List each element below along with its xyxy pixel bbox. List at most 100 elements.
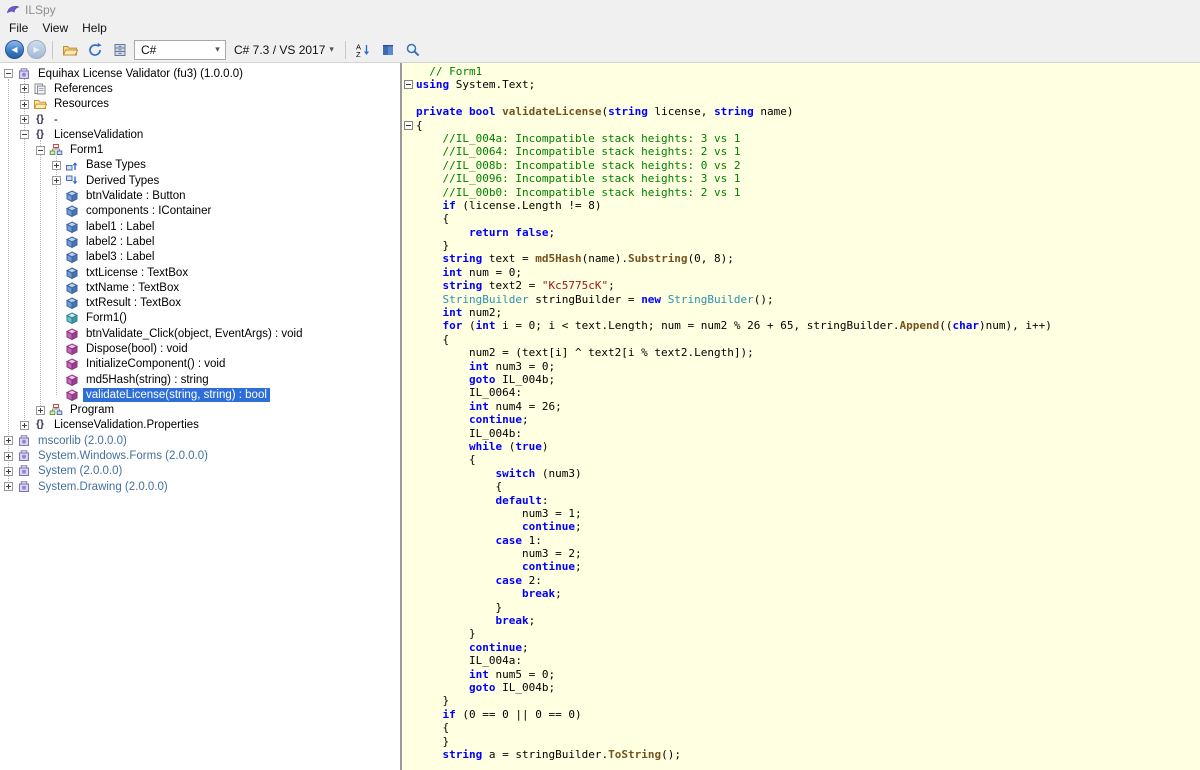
code-text: for (int i = 0; i < text.Length; num = n… — [416, 319, 1052, 332]
tree-item[interactable]: btnValidate_Click(object, EventArgs) : v… — [0, 326, 400, 341]
expand-icon[interactable] — [4, 467, 13, 476]
code-line: num3 = 2; — [402, 547, 1200, 560]
tree-item-label: System.Windows.Forms (2.0.0.0) — [35, 449, 211, 463]
tree-item[interactable]: {}- — [0, 112, 400, 127]
tree-item-label: Equihax License Validator (fu3) (1.0.0.0… — [35, 67, 246, 81]
code-text: } — [416, 239, 449, 252]
expand-icon[interactable] — [20, 100, 29, 109]
tree-item[interactable]: Dispose(bool) : void — [0, 341, 400, 356]
fold-gutter — [402, 627, 416, 640]
code-line: continue; — [402, 641, 1200, 654]
tree-item-label: validateLicense(string, string) : bool — [83, 388, 270, 402]
fold-collapse-icon[interactable] — [404, 80, 413, 89]
fold-gutter — [402, 507, 416, 520]
tree-item[interactable]: System.Drawing (2.0.0.0) — [0, 479, 400, 494]
tree-item[interactable]: System.Windows.Forms (2.0.0.0) — [0, 448, 400, 463]
svg-text:Z: Z — [356, 50, 361, 58]
open-from-gac-button[interactable] — [109, 39, 131, 61]
tree-item[interactable]: References — [0, 81, 400, 96]
tree-item[interactable]: Form1 — [0, 142, 400, 157]
tree-item[interactable]: Program — [0, 403, 400, 418]
tree-item-label: btnValidate_Click(object, EventArgs) : v… — [83, 327, 305, 341]
back-button[interactable]: ◀ — [5, 40, 24, 59]
open-file-button[interactable] — [59, 39, 81, 61]
expand-icon[interactable] — [52, 176, 61, 185]
fold-gutter — [402, 413, 416, 426]
field-icon — [65, 220, 79, 234]
tree-item[interactable]: Derived Types — [0, 173, 400, 188]
menu-view[interactable]: View — [35, 20, 75, 36]
code-line: num3 = 1; — [402, 507, 1200, 520]
assembly-tree[interactable]: Equihax License Validator (fu3) (1.0.0.0… — [0, 63, 400, 770]
menu-file[interactable]: File — [2, 20, 35, 36]
tree-item[interactable]: txtLicense : TextBox — [0, 265, 400, 280]
code-line: //IL_008b: Incompatible stack heights: 0… — [402, 159, 1200, 172]
tree-item[interactable]: Form1() — [0, 311, 400, 326]
tree-item[interactable]: InitializeComponent() : void — [0, 357, 400, 372]
code-text: int num3 = 0; — [416, 360, 555, 373]
method-icon — [65, 373, 79, 387]
field-icon — [65, 250, 79, 264]
tree-item[interactable]: btnValidate : Button — [0, 188, 400, 203]
tree-item-label: components : IContainer — [83, 204, 214, 218]
tree-item[interactable]: validateLicense(string, string) : bool — [0, 387, 400, 402]
tree-item-label: Derived Types — [83, 174, 162, 188]
tree-item[interactable]: label1 : Label — [0, 219, 400, 234]
tree-item[interactable]: md5Hash(string) : string — [0, 372, 400, 387]
menu-help[interactable]: Help — [75, 20, 114, 36]
expand-icon[interactable] — [20, 84, 29, 93]
tree-item[interactable]: {}LicenseValidation.Properties — [0, 418, 400, 433]
expand-icon[interactable] — [20, 421, 29, 430]
forward-button[interactable]: ▶ — [27, 40, 46, 59]
fold-gutter — [402, 293, 416, 306]
tree-item[interactable]: Base Types — [0, 158, 400, 173]
reload-button[interactable] — [84, 39, 106, 61]
search-button[interactable] — [402, 39, 424, 61]
tree-item[interactable]: txtResult : TextBox — [0, 295, 400, 310]
code-text: goto IL_004b; — [416, 373, 555, 386]
sort-assemblies-button[interactable]: AZ — [352, 39, 374, 61]
collapse-icon[interactable] — [36, 146, 45, 155]
collapse-icon[interactable] — [20, 130, 29, 139]
expand-icon[interactable] — [20, 115, 29, 124]
code-text: { — [416, 453, 476, 466]
fold-gutter — [402, 239, 416, 252]
tree-item[interactable]: Resources — [0, 97, 400, 112]
code-line: for (int i = 0; i < text.Length; num = n… — [402, 319, 1200, 332]
language-select[interactable]: C# ▾ — [134, 40, 226, 60]
code-text: if (0 == 0 || 0 == 0) — [416, 708, 582, 721]
expand-icon[interactable] — [4, 452, 13, 461]
method-icon — [65, 357, 79, 371]
collapse-icon[interactable] — [4, 69, 13, 78]
tree-item[interactable]: label2 : Label — [0, 234, 400, 249]
method-icon — [65, 388, 79, 402]
code-text: num2 = (text[i] ^ text2[i % text2.Length… — [416, 346, 754, 359]
tree-item[interactable]: mscorlib (2.0.0.0) — [0, 433, 400, 448]
decompiled-code-view[interactable]: // Form1using System.Text;private bool v… — [402, 63, 1200, 770]
library-button[interactable] — [377, 39, 399, 61]
expand-icon[interactable] — [52, 161, 61, 170]
open-folder-icon — [62, 42, 78, 58]
fold-gutter — [402, 534, 416, 547]
tree-item[interactable]: Equihax License Validator (fu3) (1.0.0.0… — [0, 66, 400, 81]
code-line: IL_004a: — [402, 654, 1200, 667]
expand-icon[interactable] — [4, 482, 13, 491]
tree-item[interactable]: {}LicenseValidation — [0, 127, 400, 142]
expand-icon[interactable] — [36, 406, 45, 415]
fold-gutter — [402, 614, 416, 627]
assembly-icon — [17, 434, 31, 448]
code-text: { — [416, 721, 449, 734]
fold-collapse-icon[interactable] — [404, 121, 413, 130]
code-line: { — [402, 453, 1200, 466]
tree-item[interactable]: txtName : TextBox — [0, 280, 400, 295]
tree-item[interactable]: label3 : Label — [0, 250, 400, 265]
tree-item[interactable]: System (2.0.0.0) — [0, 464, 400, 479]
namespace-icon: {} — [33, 128, 47, 142]
code-text: break; — [416, 587, 562, 600]
tree-item[interactable]: components : IContainer — [0, 204, 400, 219]
expand-icon[interactable] — [4, 436, 13, 445]
code-line: } — [402, 694, 1200, 707]
fold-gutter — [402, 105, 416, 118]
compiler-version-select[interactable]: C# 7.3 / VS 2017 ▾ — [229, 40, 339, 60]
code-line: //IL_004a: Incompatible stack heights: 3… — [402, 132, 1200, 145]
